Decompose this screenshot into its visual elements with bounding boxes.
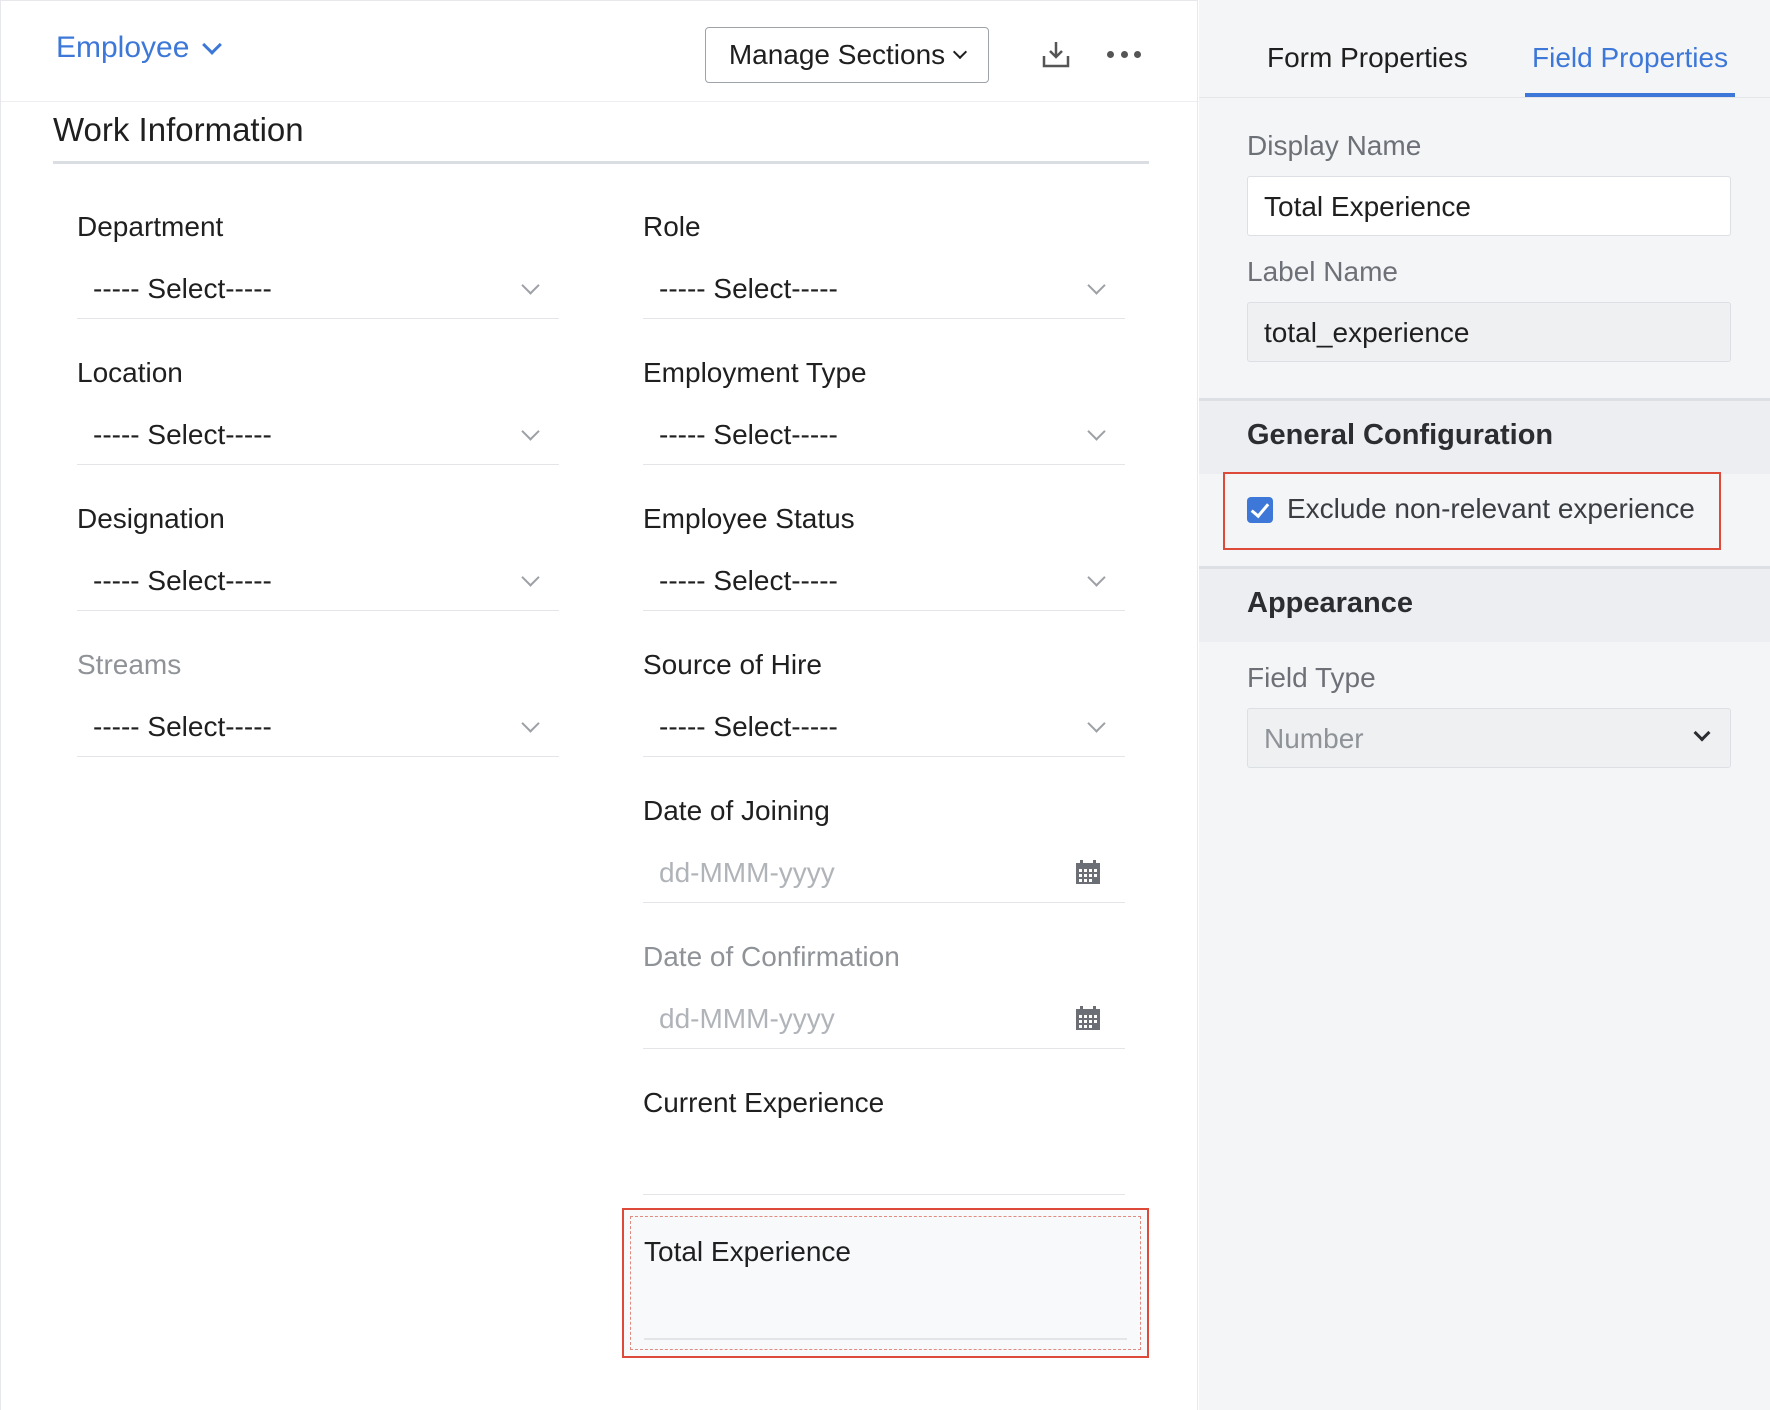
label-name-label: Label Name bbox=[1247, 256, 1398, 287]
select-value: ----- Select----- bbox=[659, 565, 838, 596]
module-selector[interactable]: Employee bbox=[56, 31, 223, 65]
current-experience-input[interactable] bbox=[643, 1137, 1125, 1195]
date-of-joining-input[interactable]: dd-MMM-yyyy bbox=[643, 845, 1125, 903]
total-experience-input bbox=[644, 1338, 1127, 1340]
tab-form-properties[interactable]: Form Properties bbox=[1267, 42, 1468, 74]
date-placeholder: dd-MMM-yyyy bbox=[659, 857, 835, 888]
manage-sections-button[interactable]: Manage Sections bbox=[705, 27, 989, 83]
select-value: ----- Select----- bbox=[93, 419, 272, 450]
chevron-down-icon bbox=[1087, 422, 1106, 441]
select-value: ----- Select----- bbox=[93, 711, 272, 742]
appearance-header: Appearance bbox=[1199, 566, 1770, 642]
field-label: Source of Hire bbox=[643, 649, 822, 680]
general-configuration-header: General Configuration bbox=[1199, 398, 1770, 474]
download-icon[interactable] bbox=[1041, 39, 1071, 69]
chevron-down-icon bbox=[1693, 724, 1711, 742]
streams-select[interactable]: ----- Select----- bbox=[77, 699, 559, 757]
section-divider bbox=[53, 161, 1149, 164]
active-tab-indicator bbox=[1525, 93, 1735, 97]
exclude-non-relevant-checkbox[interactable] bbox=[1247, 497, 1273, 523]
field-type-label: Field Type bbox=[1247, 662, 1376, 693]
select-value: ----- Select----- bbox=[659, 711, 838, 742]
appearance-title: Appearance bbox=[1247, 587, 1414, 619]
location-select[interactable]: ----- Select----- bbox=[77, 407, 559, 465]
field-label: Total Experience bbox=[644, 1236, 852, 1267]
field-label: Current Experience bbox=[643, 1087, 885, 1118]
section-title: Work Information bbox=[53, 111, 304, 148]
chevron-down-icon bbox=[521, 568, 540, 587]
date-placeholder: dd-MMM-yyyy bbox=[659, 1003, 835, 1034]
field-label: Streams bbox=[77, 649, 182, 680]
general-configuration-title: General Configuration bbox=[1247, 419, 1554, 451]
form-builder-canvas: Employee Manage Sections Work Informatio… bbox=[0, 0, 1199, 1410]
display-name-label: Display Name bbox=[1247, 130, 1422, 161]
calendar-icon[interactable] bbox=[1075, 859, 1101, 885]
field-total-experience[interactable]: Total Experience bbox=[622, 1208, 1149, 1358]
form-toolbar: Employee Manage Sections bbox=[1, 1, 1199, 102]
department-select[interactable]: ----- Select----- bbox=[77, 261, 559, 319]
field-label: Department bbox=[77, 211, 224, 242]
module-label: Employee bbox=[56, 31, 190, 64]
field-type-value: Number bbox=[1264, 723, 1364, 754]
label-name-input[interactable]: total_experience bbox=[1247, 302, 1731, 362]
chevron-down-icon bbox=[1087, 568, 1106, 587]
manage-sections-label: Manage Sections bbox=[728, 39, 946, 70]
field-label: Employee Status bbox=[643, 503, 855, 534]
source-of-hire-select[interactable]: ----- Select----- bbox=[643, 699, 1125, 757]
tab-field-properties[interactable]: Field Properties bbox=[1532, 42, 1728, 74]
employee-status-select[interactable]: ----- Select----- bbox=[643, 553, 1125, 611]
chevron-down-icon bbox=[521, 276, 540, 295]
calendar-icon[interactable] bbox=[1075, 1005, 1101, 1031]
field-label: Date of Joining bbox=[643, 795, 830, 826]
exclude-non-relevant-label: Exclude non-relevant experience bbox=[1287, 493, 1695, 524]
display-name-value: Total Experience bbox=[1264, 191, 1472, 222]
chevron-down-icon bbox=[521, 422, 540, 441]
display-name-input[interactable]: Total Experience bbox=[1247, 176, 1731, 236]
select-value: ----- Select----- bbox=[659, 419, 838, 450]
field-label: Role bbox=[643, 211, 701, 242]
field-label: Employment Type bbox=[643, 357, 867, 388]
field-label: Designation bbox=[77, 503, 225, 534]
chevron-down-icon bbox=[202, 35, 223, 55]
chevron-down-icon bbox=[521, 714, 540, 733]
select-value: ----- Select----- bbox=[659, 273, 838, 304]
label-name-value: total_experience bbox=[1264, 317, 1470, 348]
chevron-down-icon bbox=[953, 44, 968, 60]
employment-type-select[interactable]: ----- Select----- bbox=[643, 407, 1125, 465]
role-select[interactable]: ----- Select----- bbox=[643, 261, 1125, 319]
field-label: Date of Confirmation bbox=[643, 941, 900, 972]
properties-panel: Form Properties Field Properties Display… bbox=[1199, 0, 1770, 1410]
more-horizontal-icon[interactable] bbox=[1107, 39, 1141, 69]
chevron-down-icon bbox=[1087, 714, 1106, 733]
field-type-select[interactable]: Number bbox=[1247, 708, 1731, 768]
field-label: Location bbox=[77, 357, 183, 388]
select-value: ----- Select----- bbox=[93, 565, 272, 596]
select-value: ----- Select----- bbox=[93, 273, 272, 304]
designation-select[interactable]: ----- Select----- bbox=[77, 553, 559, 611]
chevron-down-icon bbox=[1087, 276, 1106, 295]
properties-tabs: Form Properties Field Properties bbox=[1199, 0, 1770, 98]
date-of-confirmation-input[interactable]: dd-MMM-yyyy bbox=[643, 991, 1125, 1049]
